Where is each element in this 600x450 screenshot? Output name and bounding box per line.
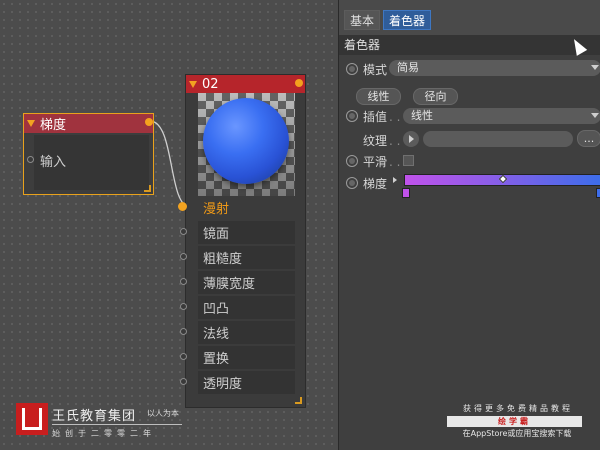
interp-label: 插值. . bbox=[363, 110, 401, 124]
radial-button[interactable]: 径向 bbox=[413, 88, 458, 105]
material-channel-row[interactable]: 凹凸 bbox=[180, 296, 295, 319]
preview-sphere bbox=[203, 98, 289, 184]
material-node-title: 02 bbox=[202, 76, 219, 92]
texture-field[interactable] bbox=[423, 131, 573, 147]
gradient-keyframe-radio[interactable] bbox=[346, 177, 358, 189]
tab-shader[interactable]: 着色器 bbox=[383, 10, 432, 30]
company-since: 始创于二零零二年 bbox=[52, 429, 156, 438]
collapse-triangle-icon[interactable] bbox=[189, 80, 197, 88]
material-channel-row[interactable]: 置换 bbox=[180, 346, 295, 369]
company-slogan: 以人为本 bbox=[147, 409, 179, 418]
material-channel-row[interactable]: 漫射 bbox=[178, 196, 295, 219]
resize-handle-icon[interactable] bbox=[295, 397, 302, 404]
mode-keyframe-radio[interactable] bbox=[346, 63, 358, 75]
gradient-node-header[interactable]: 梯度 bbox=[24, 114, 153, 133]
texture-label: 纹理. . bbox=[363, 134, 401, 148]
smooth-label: 平滑. . bbox=[363, 155, 401, 169]
channel-input-port[interactable] bbox=[180, 278, 187, 285]
channel-input-port[interactable] bbox=[178, 202, 187, 211]
gradient-input-label: 输入 bbox=[40, 155, 67, 170]
channel-input-port[interactable] bbox=[180, 253, 187, 260]
material-channel-label: 薄膜宽度 bbox=[203, 277, 256, 292]
mode-label: 模式 bbox=[363, 63, 388, 77]
expand-arrow-icon[interactable] bbox=[393, 177, 397, 183]
material-channel-label: 镜面 bbox=[203, 227, 230, 242]
smooth-keyframe-radio[interactable] bbox=[346, 155, 358, 167]
output-port-dot[interactable] bbox=[145, 118, 153, 126]
material-channel-label: 置换 bbox=[203, 352, 230, 367]
material-channel-row[interactable]: 法线 bbox=[180, 321, 295, 344]
input-port[interactable] bbox=[27, 156, 34, 163]
channel-input-port[interactable] bbox=[180, 353, 187, 360]
material-channel-row[interactable]: 镜面 bbox=[180, 221, 295, 244]
texture-more-button[interactable]: ... bbox=[577, 130, 600, 147]
material-preview bbox=[198, 93, 295, 207]
resize-handle-icon[interactable] bbox=[144, 185, 151, 192]
attribute-panel: 基本 着色器 着色器 模式 简易 线性 径向 插值. . 线性 纹理. . ..… bbox=[338, 0, 600, 450]
promo-badge: 绘学霸 bbox=[447, 416, 582, 427]
chevron-down-icon bbox=[591, 65, 599, 70]
collapse-triangle-icon[interactable] bbox=[27, 120, 35, 127]
promo-line-3: 在AppStore或应用宝搜索下载 bbox=[462, 429, 572, 438]
material-node-header[interactable]: 02 bbox=[186, 75, 305, 93]
material-channel-row[interactable]: 薄膜宽度 bbox=[180, 271, 295, 294]
material-channel-label: 法线 bbox=[203, 327, 230, 342]
channel-input-port[interactable] bbox=[180, 328, 187, 335]
channel-input-port[interactable] bbox=[180, 378, 187, 385]
channel-input-port[interactable] bbox=[180, 303, 187, 310]
interp-dropdown[interactable]: 线性 bbox=[403, 108, 600, 124]
interp-keyframe-radio[interactable] bbox=[346, 110, 358, 122]
company-name: 王氏教育集团 bbox=[52, 409, 137, 424]
chevron-down-icon bbox=[591, 113, 599, 118]
channel-input-port[interactable] bbox=[180, 228, 187, 235]
smooth-checkbox[interactable] bbox=[403, 155, 414, 166]
tab-basic[interactable]: 基本 bbox=[344, 10, 381, 30]
section-title: 着色器 bbox=[339, 35, 600, 55]
mode-dropdown[interactable]: 简易 bbox=[389, 60, 600, 76]
company-logo bbox=[16, 403, 48, 435]
material-channel-label: 漫射 bbox=[203, 202, 230, 217]
material-channel-label: 凹凸 bbox=[203, 302, 230, 317]
gradient-stop-start[interactable] bbox=[402, 188, 410, 198]
gradient-label: 梯度 bbox=[363, 177, 388, 191]
linear-button[interactable]: 线性 bbox=[356, 88, 401, 105]
node-editor-canvas[interactable]: 梯度 输入 02 漫射镜面粗糙度薄膜宽度凹凸法线置换透明度 bbox=[0, 0, 340, 450]
output-port-dot[interactable] bbox=[295, 79, 303, 87]
material-channel-row[interactable]: 粗糙度 bbox=[180, 246, 295, 269]
gradient-node-title: 梯度 bbox=[40, 118, 67, 133]
gradient-stop-end[interactable] bbox=[596, 188, 600, 198]
material-node[interactable]: 02 漫射镜面粗糙度薄膜宽度凹凸法线置换透明度 bbox=[178, 74, 306, 408]
material-channel-row[interactable]: 透明度 bbox=[180, 371, 295, 394]
material-channel-label: 透明度 bbox=[203, 377, 243, 392]
texture-play-icon[interactable] bbox=[403, 131, 419, 147]
material-channel-label: 粗糙度 bbox=[203, 252, 243, 267]
promo-line-1: 获得更多免费精品教程 bbox=[463, 404, 573, 413]
gradient-node[interactable]: 梯度 输入 bbox=[23, 113, 154, 195]
